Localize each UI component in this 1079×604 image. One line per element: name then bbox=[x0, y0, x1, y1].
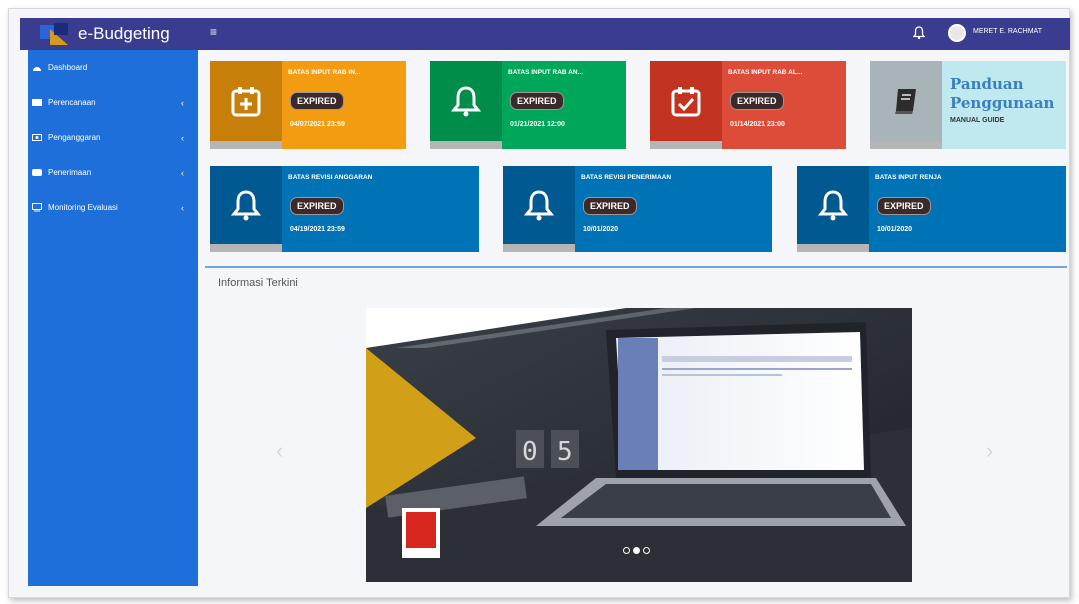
carousel-dot[interactable] bbox=[623, 547, 630, 554]
svg-text:5: 5 bbox=[557, 437, 573, 467]
svg-text:0: 0 bbox=[522, 437, 538, 467]
card-date: 04/19/2021 23:59 bbox=[290, 226, 345, 233]
status-badge: EXPIRED bbox=[877, 197, 931, 215]
chevron-left-icon: ‹ bbox=[181, 168, 184, 178]
user-name[interactable]: MERET E. RACHMAT bbox=[973, 28, 1042, 35]
card-date: 10/01/2020 bbox=[583, 226, 619, 233]
list-icon bbox=[32, 99, 42, 106]
card-title: BATAS INPUT RAB AN... bbox=[508, 69, 583, 76]
status-badge: EXPIRED bbox=[290, 197, 344, 215]
calendar-check-icon bbox=[671, 87, 701, 117]
carousel-dot[interactable] bbox=[643, 547, 650, 554]
sidebar-item-label: Penerimaan bbox=[48, 168, 92, 177]
section-divider bbox=[205, 266, 1067, 268]
deadline-card-rab-al[interactable]: BATAS INPUT RAB AL... EXPIRED 01/14/2021… bbox=[650, 61, 846, 149]
card-title: BATAS INPUT RENJA bbox=[875, 174, 942, 181]
app-title: e-Budgeting bbox=[78, 24, 170, 43]
guide-title-line1: Panduan bbox=[950, 75, 1024, 93]
notification-bell-icon[interactable] bbox=[913, 26, 925, 40]
card-date: 10/01/2020 bbox=[877, 226, 913, 233]
deadline-card-input-renja[interactable]: BATAS INPUT RENJA EXPIRED 10/01/2020 bbox=[797, 166, 1066, 252]
news-section-title: Informasi Terkini bbox=[218, 277, 298, 289]
chevron-left-icon: ‹ bbox=[181, 203, 184, 213]
card-title: BATAS INPUT RAB IN... bbox=[288, 69, 361, 76]
calendar-plus-icon bbox=[231, 87, 261, 117]
book-icon bbox=[895, 89, 916, 114]
card-title: BATAS INPUT RAB AL... bbox=[728, 69, 803, 76]
bell-icon bbox=[230, 190, 262, 221]
card-date: 01/14/2021 23:00 bbox=[730, 121, 785, 128]
money-icon bbox=[32, 134, 42, 141]
guide-subtitle: MANUAL GUIDE bbox=[950, 117, 1005, 124]
chevron-left-icon: ‹ bbox=[181, 133, 184, 143]
sidebar-item-penganggaran[interactable]: Penganggaran ‹ bbox=[28, 120, 198, 155]
carousel-prev-icon[interactable]: ‹ bbox=[276, 438, 283, 464]
bell-icon bbox=[817, 190, 849, 221]
sidebar: Dashboard Perencanaan ‹ Penganggaran ‹ P… bbox=[28, 50, 198, 586]
bell-icon bbox=[523, 190, 555, 221]
card-date: 04/07/2021 23:59 bbox=[290, 121, 345, 128]
card-date: 01/21/2021 12:00 bbox=[510, 121, 565, 128]
sidebar-item-label: Penganggaran bbox=[48, 133, 101, 142]
sidebar-item-label: Perencanaan bbox=[48, 98, 96, 107]
inbox-icon bbox=[32, 169, 42, 176]
sidebar-item-perencanaan[interactable]: Perencanaan ‹ bbox=[28, 85, 198, 120]
top-navbar: e-Budgeting ≡ MERET E. RACHMAT bbox=[20, 18, 1070, 50]
deadline-card-rab-in[interactable]: BATAS INPUT RAB IN... EXPIRED 04/07/2021… bbox=[210, 61, 406, 149]
carousel-dot-active[interactable] bbox=[633, 547, 640, 554]
laptop-desk-photo: 0 5 bbox=[366, 308, 912, 582]
sidebar-item-label: Dashboard bbox=[48, 63, 88, 72]
status-badge: EXPIRED bbox=[730, 92, 784, 110]
carousel-slide-image: 0 5 bbox=[366, 308, 912, 582]
deadline-card-revisi-penerimaan[interactable]: BATAS REVISI PENERIMAAN EXPIRED 10/01/20… bbox=[503, 166, 772, 252]
chevron-left-icon: ‹ bbox=[181, 98, 184, 108]
deadline-card-revisi-anggaran[interactable]: BATAS REVISI ANGGARAN EXPIRED 04/19/2021… bbox=[210, 166, 479, 252]
sidebar-item-penerimaan[interactable]: Penerimaan ‹ bbox=[28, 155, 198, 190]
user-avatar[interactable] bbox=[948, 24, 966, 42]
monitor-icon bbox=[32, 203, 42, 212]
manual-guide-card[interactable]: Panduan Penggunaan MANUAL GUIDE bbox=[870, 61, 1066, 149]
card-title: BATAS REVISI ANGGARAN bbox=[288, 174, 373, 181]
status-badge: EXPIRED bbox=[290, 92, 344, 110]
card-title: BATAS REVISI PENERIMAAN bbox=[581, 174, 672, 181]
brand-logo bbox=[40, 23, 74, 45]
sidebar-item-dashboard[interactable]: Dashboard bbox=[28, 50, 198, 85]
dashboard-icon bbox=[33, 67, 41, 71]
brand[interactable]: e-Budgeting bbox=[20, 18, 190, 50]
bell-icon bbox=[450, 86, 482, 117]
guide-title-line2: Penggunaan bbox=[950, 94, 1055, 112]
sidebar-item-monitoring-evaluasi[interactable]: Monitoring Evaluasi ‹ bbox=[28, 190, 198, 225]
carousel-indicators bbox=[623, 547, 650, 554]
sidebar-item-label: Monitoring Evaluasi bbox=[48, 203, 118, 212]
status-badge: EXPIRED bbox=[583, 197, 637, 215]
hamburger-icon[interactable]: ≡ bbox=[210, 26, 219, 38]
carousel-next-icon[interactable]: › bbox=[986, 438, 993, 464]
deadline-card-rab-an[interactable]: BATAS INPUT RAB AN... EXPIRED 01/21/2021… bbox=[430, 61, 626, 149]
status-badge: EXPIRED bbox=[510, 92, 564, 110]
